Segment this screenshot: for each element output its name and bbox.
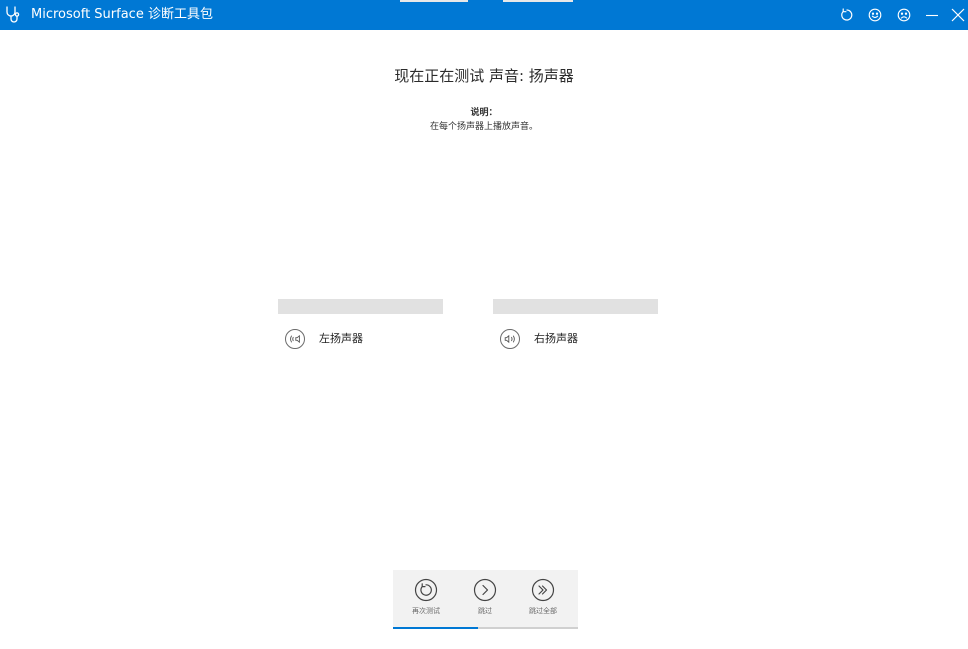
right-speaker-panel: 右扬声器 bbox=[493, 299, 658, 349]
right-speaker-icon bbox=[500, 329, 520, 349]
title-bar-tab-hint bbox=[503, 0, 573, 2]
progress-fill bbox=[393, 627, 479, 629]
title-bar-tab-hint bbox=[400, 0, 468, 2]
retry-label: 再次测试 bbox=[412, 607, 440, 615]
smile-icon[interactable] bbox=[865, 5, 885, 25]
retry-icon bbox=[414, 578, 438, 602]
stethoscope-icon bbox=[5, 6, 21, 24]
instructions-text: 在每个扬声器上播放声音。 bbox=[429, 122, 538, 132]
right-speaker-button[interactable]: 右扬声器 bbox=[500, 329, 658, 349]
skip-label: 跳过 bbox=[478, 607, 492, 615]
skip-all-button[interactable]: 跳过全部 bbox=[518, 578, 568, 616]
page-heading: 现在正在测试 声音: 扬声器 bbox=[394, 67, 574, 85]
left-speaker-panel: 左扬声器 bbox=[278, 299, 443, 349]
action-bar: 再次测试 跳过 跳过全部 bbox=[393, 570, 578, 629]
left-speaker-button[interactable]: 左扬声器 bbox=[285, 329, 443, 349]
skip-all-label: 跳过全部 bbox=[529, 607, 557, 615]
retry-button[interactable]: 再次测试 bbox=[401, 578, 451, 616]
app-title: Microsoft Surface 诊断工具包 bbox=[31, 7, 213, 22]
right-speaker-level-bar bbox=[493, 299, 658, 314]
right-speaker-label: 右扬声器 bbox=[534, 332, 578, 345]
left-speaker-icon bbox=[285, 329, 305, 349]
skip-icon bbox=[473, 578, 497, 602]
close-icon[interactable] bbox=[948, 5, 968, 25]
title-bar: Microsoft Surface 诊断工具包 bbox=[0, 0, 968, 30]
skip-button[interactable]: 跳过 bbox=[460, 578, 510, 616]
instructions-label: 说明： bbox=[470, 108, 498, 118]
frown-icon[interactable] bbox=[894, 5, 914, 25]
refresh-icon[interactable] bbox=[837, 5, 857, 25]
left-speaker-label: 左扬声器 bbox=[319, 332, 363, 345]
skip-all-icon bbox=[531, 578, 555, 602]
minimize-icon[interactable] bbox=[922, 5, 942, 25]
left-speaker-level-bar bbox=[278, 299, 443, 314]
